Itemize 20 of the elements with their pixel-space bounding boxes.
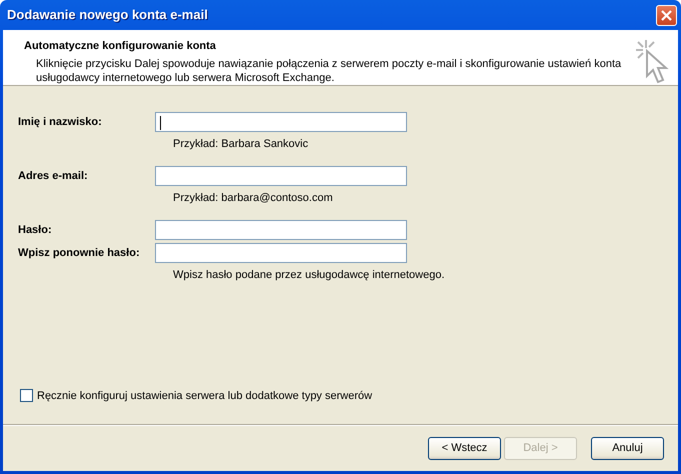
field-label: Hasło:	[18, 222, 53, 238]
close-icon	[660, 8, 673, 22]
checkbox-label[interactable]: Ręcznie konfiguruj ustawienia serwera lub dodatkowe typy serwerów	[37, 388, 372, 404]
hint-text: Przykład: Barbara Sankovic	[173, 138, 308, 150]
dialog-button[interactable]: Anuluj	[591, 436, 664, 460]
field-label: Adres e-mail:	[18, 168, 89, 184]
header-description: Kliknięcie przycisku Dalej spowoduje nawiązanie połączenia z serwerem poczty e-mail i skonfigurowanie ustawień konta usługodawcy internetowego lub serwera Microsoft Exchange.	[35, 56, 622, 84]
input-field[interactable]	[155, 243, 407, 263]
hint-text: Przykład: barbara@contoso.com	[173, 192, 333, 204]
hint-text: Wpisz hasło podane przez usługodawcę internetowego.	[173, 269, 444, 281]
input-field[interactable]	[155, 112, 407, 132]
window-title: Dodawanie nowego konta e-mail	[7, 6, 208, 24]
checkbox[interactable]	[20, 389, 33, 402]
field-label: Imię i nazwisko:	[18, 114, 103, 130]
dialog-button[interactable]: < Wstecz	[428, 436, 501, 460]
input-field[interactable]	[155, 166, 407, 186]
close-button[interactable]	[656, 4, 677, 26]
input-field[interactable]	[155, 220, 407, 240]
field-label: Wpisz ponownie hasło:	[18, 246, 141, 261]
header-title: Automatyczne konfigurowanie konta	[24, 39, 217, 54]
